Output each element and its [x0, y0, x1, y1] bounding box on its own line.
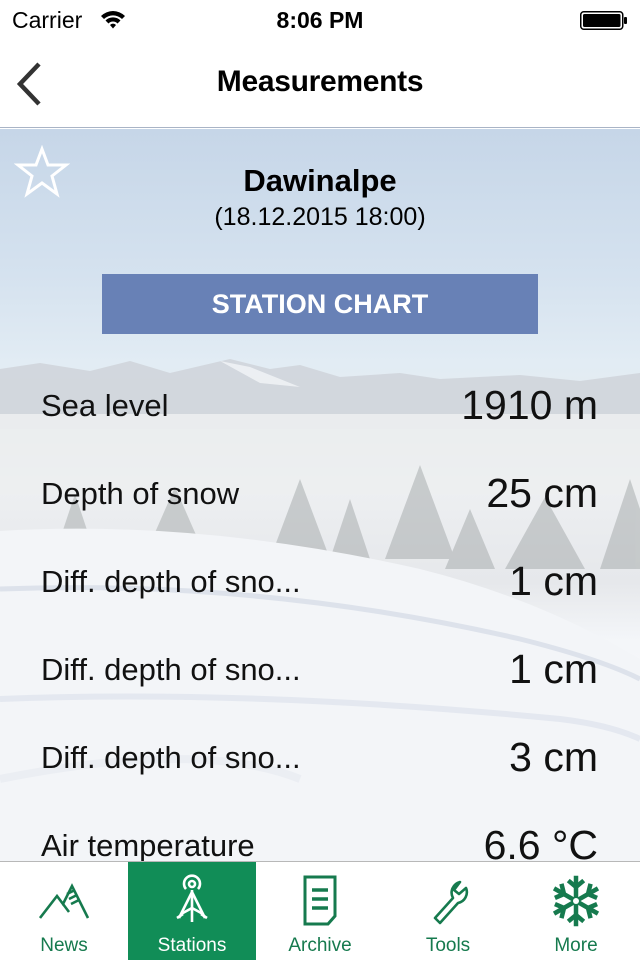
navigation-bar: Measurements [0, 40, 640, 128]
measurement-value: 6.6 °C [483, 822, 598, 861]
measurement-label: Diff. depth of sno... [41, 652, 301, 687]
document-icon [303, 875, 337, 926]
tab-bar: News Stations Archive Tools More [0, 861, 640, 960]
tab-stations[interactable]: Stations [128, 862, 256, 960]
measurement-value: 3 cm [509, 734, 598, 780]
measurement-row-diff-depth-1: Diff. depth of sno... 1 cm [0, 540, 640, 628]
measurement-row-diff-depth-3: Diff. depth of sno... 3 cm [0, 716, 640, 804]
tab-label: Tools [425, 935, 471, 956]
wrench-icon [433, 880, 469, 925]
battery-icon [580, 11, 627, 30]
tab-label: More [554, 935, 598, 956]
tab-more[interactable]: More [512, 862, 640, 960]
station-detail-view[interactable]: Dawinalpe (18.12.2015 18:00) STATION CHA… [0, 129, 640, 861]
tab-label: News [40, 935, 88, 956]
tab-label: Archive [288, 935, 352, 956]
measurement-datetime: (18.12.2015 18:00) [214, 203, 426, 231]
measurement-value: 1 cm [509, 646, 598, 692]
measurement-row-depth-of-snow: Depth of snow 25 cm [0, 452, 640, 540]
measurement-label: Sea level [41, 388, 169, 423]
tab-tools[interactable]: Tools [384, 862, 512, 960]
measurement-label: Diff. depth of sno... [41, 740, 301, 775]
measurement-value: 1910 m [461, 382, 598, 428]
measurement-label: Diff. depth of sno... [41, 564, 301, 599]
measurement-label: Depth of snow [41, 476, 240, 511]
station-chart-button[interactable]: STATION CHART [102, 274, 538, 334]
measurement-row-sea-level: Sea level 1910 m [0, 364, 640, 452]
antenna-tower-icon [176, 874, 208, 922]
page-title: Measurements [216, 65, 424, 98]
tab-label: Stations [157, 935, 227, 956]
snowflake-icon [552, 875, 600, 927]
mountain-icon [39, 883, 89, 919]
measurement-row-diff-depth-2: Diff. depth of sno... 1 cm [0, 628, 640, 716]
measurement-list: Sea level 1910 m Depth of snow 25 cm Dif… [0, 364, 640, 861]
measurement-row-air-temperature: Air temperature 6.6 °C [0, 804, 640, 861]
measurement-value: 25 cm [486, 470, 598, 516]
clock: 8:06 PM [276, 7, 364, 33]
measurement-label: Air temperature [41, 828, 255, 861]
tab-archive[interactable]: Archive [256, 862, 384, 960]
station-name: Dawinalpe [243, 163, 397, 198]
tab-news[interactable]: News [0, 862, 128, 960]
measurement-value: 1 cm [509, 558, 598, 604]
status-bar: Carrier 8:06 PM [0, 0, 640, 40]
